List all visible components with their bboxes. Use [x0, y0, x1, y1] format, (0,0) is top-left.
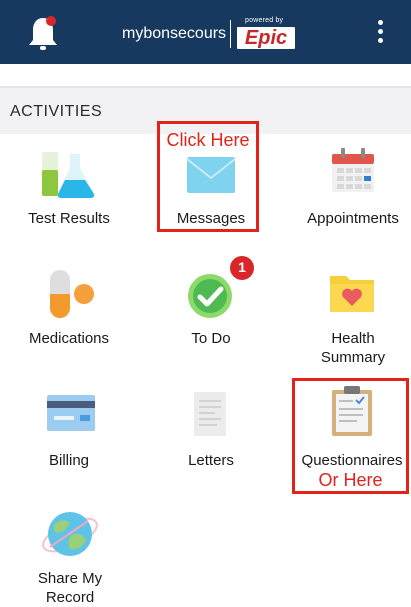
brand-logo: mybonsecours powered by Epic [122, 17, 297, 49]
activity-label-medications[interactable]: Medications [4, 329, 134, 348]
globe-icon[interactable] [40, 505, 100, 563]
activity-label-letters[interactable]: Letters [146, 451, 276, 470]
document-icon[interactable] [190, 390, 230, 438]
annotation-click-here: Click Here [166, 130, 250, 150]
calendar-icon[interactable] [330, 146, 376, 194]
section-divider [0, 86, 411, 88]
activity-label-line-2: Record [45, 589, 95, 606]
powered-by-text: powered by [245, 17, 284, 24]
activity-label-test-results[interactable]: Test Results [4, 209, 134, 228]
section-title: ACTIVITIES [10, 103, 103, 120]
activity-label-to-do[interactable]: To Do [146, 329, 276, 348]
pill-icon[interactable] [48, 268, 96, 320]
activity-label-billing[interactable]: Billing [4, 451, 134, 470]
brand-divider [230, 20, 232, 48]
activity-label-line-2: Summary [320, 349, 386, 366]
kebab-menu-icon[interactable] [372, 18, 388, 48]
todo-badge-count: 1 [238, 259, 246, 275]
test-tubes-icon[interactable] [40, 150, 98, 200]
epic-logo: powered by Epic [237, 17, 297, 49]
epic-wordmark: Epic [237, 27, 296, 49]
brand-name: mybonsecours [122, 25, 227, 42]
app-header: mybonsecours powered by Epic [0, 0, 411, 64]
annotation-or-here: Or Here [318, 470, 383, 490]
activity-label-appointments[interactable]: Appointments [288, 209, 411, 228]
folder-heart-icon[interactable] [328, 270, 376, 314]
activity-label-line-1: Share My [37, 570, 103, 587]
activity-label-share-my-record[interactable]: Share My Record [5, 569, 135, 607]
header-spacer [0, 64, 411, 86]
activity-label-line-1: Health [331, 330, 375, 347]
credit-card-icon[interactable] [46, 394, 96, 432]
checkmark-clock-icon[interactable] [186, 270, 240, 320]
activity-label-health-summary[interactable]: Health Summary [288, 329, 411, 367]
bell-icon[interactable] [26, 14, 60, 52]
